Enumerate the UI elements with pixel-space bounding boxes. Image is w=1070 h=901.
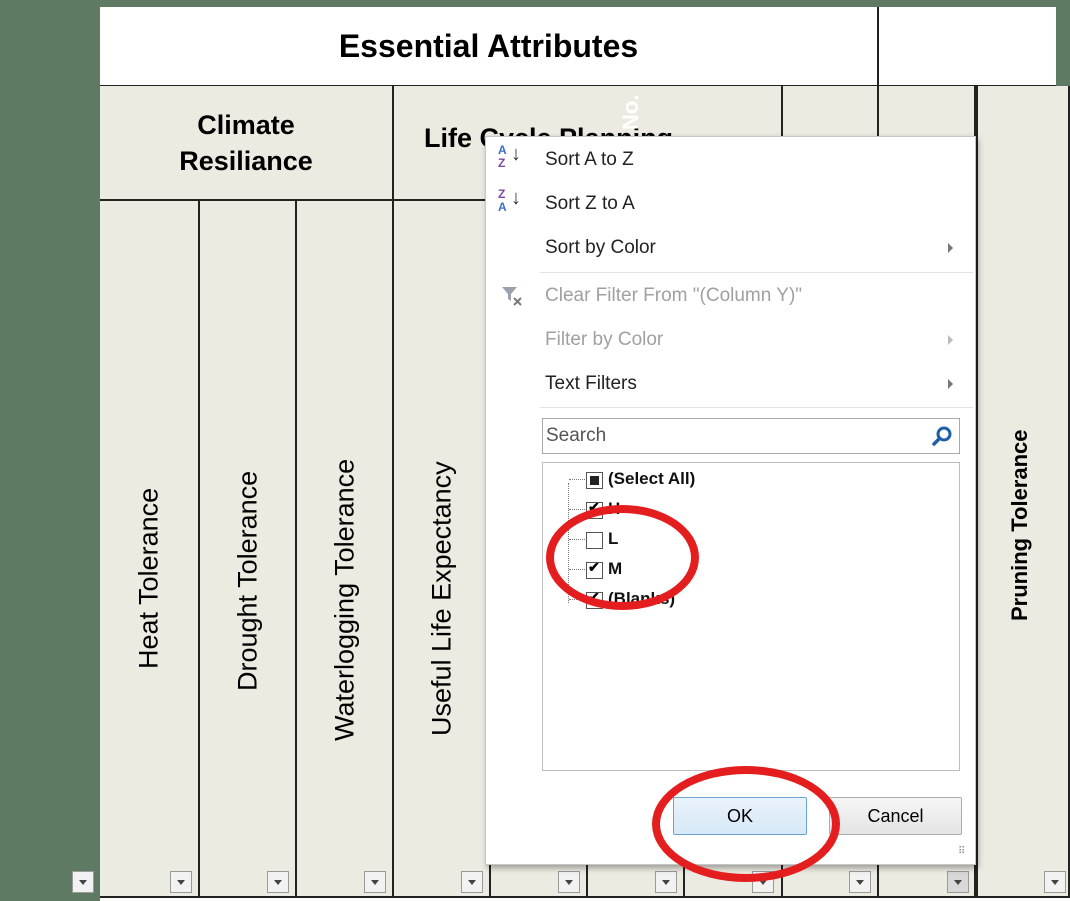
filter-dropdown-button-2[interactable] — [170, 871, 192, 893]
tree-connector — [569, 479, 585, 481]
menu-sort-a-z-label: Sort A to Z — [545, 149, 634, 170]
column-pruning-tolerance: Pruning Tolerance — [976, 86, 1070, 896]
group-header-climate: Climate Resiliance — [100, 86, 394, 201]
sheet-background-right — [1056, 0, 1070, 86]
checkbox-select-all[interactable] — [586, 472, 603, 489]
filter-dropdown-button-active[interactable] — [947, 871, 969, 893]
sort-a-z-icon: A Z ↓ — [498, 143, 521, 170]
header-title-cell: Essential Attributes — [100, 7, 879, 86]
menu-sort-z-a-label: Sort Z to A — [545, 193, 635, 214]
column-label-pruning: Pruning Tolerance — [1007, 429, 1032, 621]
menu-sort-by-color-label: Sort by Color — [545, 237, 656, 258]
menu-separator — [540, 272, 973, 273]
sheet-background-left — [0, 0, 100, 901]
column-label-heat: Heat Tolerance — [133, 487, 164, 669]
group-label-climate: Climate Resiliance — [179, 109, 313, 176]
column-label-useful-life: Useful Life Expectancy — [426, 461, 456, 736]
filter-dropdown-button-4[interactable] — [364, 871, 386, 893]
submenu-arrow-icon — [948, 379, 953, 389]
cancel-button[interactable]: Cancel — [829, 797, 962, 835]
menu-sort-z-a[interactable]: Z A ↓ Sort Z to A — [486, 182, 975, 226]
search-icon[interactable] — [931, 425, 953, 447]
filter-dropdown-button-11[interactable] — [1044, 871, 1066, 893]
header-right-cell — [879, 7, 1059, 86]
column-label-waterlogging: Waterlogging Tolerance — [329, 458, 359, 741]
menu-text-filters[interactable]: Text Filters — [486, 362, 975, 406]
menu-clear-filter[interactable]: Clear Filter From "(Column Y)" — [486, 274, 975, 318]
filter-dropdown-button-7[interactable] — [655, 871, 677, 893]
submenu-arrow-icon — [948, 335, 953, 345]
menu-filter-by-color-label: Filter by Color — [545, 329, 664, 350]
list-item-label: (Select All) — [608, 469, 696, 488]
annotation-circle-ok — [652, 766, 840, 882]
menu-filter-by-color[interactable]: Filter by Color — [486, 318, 975, 362]
column-heat-tolerance: Heat Tolerance — [100, 201, 200, 896]
column-waterlogging-tolerance: Waterlogging Tolerance — [297, 201, 394, 896]
list-item-select-all[interactable]: (Select All) — [543, 466, 923, 496]
sort-z-a-icon: Z A ↓ — [498, 187, 521, 214]
menu-clear-filter-label: Clear Filter From "(Column Y)" — [545, 285, 803, 306]
column-label-drought: Drought Tolerance — [232, 470, 262, 691]
annotation-circle-list — [546, 505, 699, 610]
filter-dropdown-button-3[interactable] — [267, 871, 289, 893]
filter-dropdown-button-9[interactable] — [849, 871, 871, 893]
filter-dropdown-button-5[interactable] — [461, 871, 483, 893]
search-input[interactable]: Search — [542, 418, 960, 454]
filter-dropdown-button-1[interactable] — [72, 871, 94, 893]
tree-connector — [569, 509, 585, 511]
menu-text-filters-label: Text Filters — [545, 373, 637, 394]
sheet-background-top — [100, 0, 1070, 7]
submenu-arrow-icon — [948, 243, 953, 253]
autofilter-popup: A Z ↓ Sort A to Z Z A ↓ Sort Z to A Sort by … — [485, 136, 976, 865]
filter-dropdown-button-6[interactable] — [558, 871, 580, 893]
column-label-no: No. — [618, 94, 643, 130]
resize-grip-icon[interactable]: ⠿ — [958, 847, 970, 861]
column-drought-tolerance: Drought Tolerance — [200, 201, 297, 896]
column-label-no-partial: No. — [614, 90, 648, 136]
search-placeholder: Search — [546, 425, 607, 446]
menu-sort-by-color[interactable]: Sort by Color — [486, 226, 975, 270]
bottom-border — [100, 896, 1070, 898]
column-useful-life: Useful Life Expectancy — [394, 201, 491, 896]
menu-separator — [540, 407, 973, 408]
menu-sort-a-z[interactable]: A Z ↓ Sort A to Z — [486, 138, 975, 182]
clear-filter-icon — [502, 287, 522, 306]
